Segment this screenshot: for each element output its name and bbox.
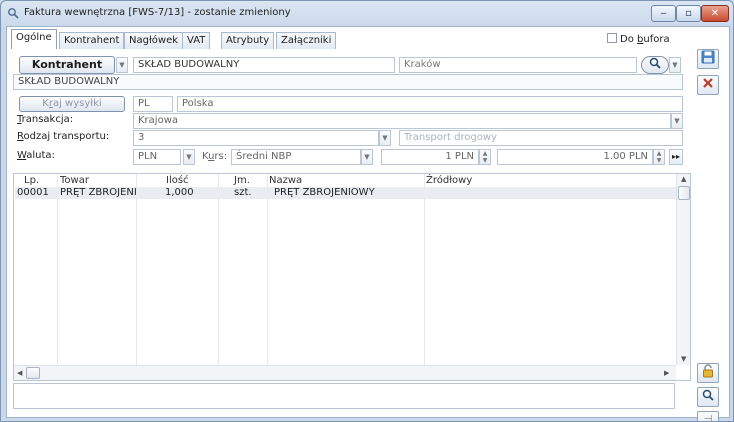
do-bufora-label-b: ufora <box>643 34 670 45</box>
application-window: Faktura wewnętrzna [FWS-7/13] - zostanie… <box>0 0 734 422</box>
save-icon <box>701 50 715 67</box>
col-header-ilosc[interactable]: Ilość <box>166 175 189 186</box>
checkbox-box[interactable] <box>607 33 617 43</box>
kontrahent-city-input[interactable]: Kraków <box>399 57 637 73</box>
kontrahent-name-field[interactable]: SKŁAD BUDOWALNY <box>13 74 683 90</box>
minimize-button[interactable]: ‒ <box>651 5 676 22</box>
do-bufora-checkbox[interactable]: Do bufora <box>607 33 670 45</box>
kontrahent-search-button[interactable] <box>641 56 669 74</box>
vertical-scroll-thumb[interactable] <box>678 186 690 200</box>
horizontal-scrollbar[interactable]: ◀ ▶ <box>14 365 676 380</box>
cell-jm: szt. <box>234 187 252 198</box>
window-title: Faktura wewnętrzna [FWS-7/13] - zostanie… <box>24 7 291 18</box>
lock-button[interactable] <box>697 363 719 383</box>
fast-forward-icon[interactable]: ▸▸ <box>669 149 683 165</box>
maximize-button[interactable]: ▫ <box>676 5 701 22</box>
waluta-label-u: W <box>17 150 27 161</box>
cell-towar: PRĘT ZBROJENIOWY <box>60 187 136 198</box>
transport-description-field: Transport drogowy <box>399 130 683 146</box>
rodzaj-transportu-select[interactable]: 3 <box>133 130 379 146</box>
col-header-towar[interactable]: Towar <box>60 175 89 186</box>
scroll-up-icon[interactable]: ▲ <box>681 175 686 183</box>
scroll-left-icon[interactable]: ◀ <box>17 369 22 377</box>
scroll-down-icon[interactable]: ▼ <box>681 355 686 363</box>
transport-label-rest: odzaj transportu: <box>23 131 110 142</box>
tab-zalaczniki[interactable]: Załączniki <box>276 32 337 49</box>
table-row[interactable]: 00001 PRĘT ZBROJENIOWY 1,000 szt. PRĘT Z… <box>15 187 679 199</box>
tab-ogolne[interactable]: Ogólne <box>11 29 57 49</box>
column-divider <box>57 174 58 366</box>
rate-left-input[interactable]: 1 PLN <box>381 149 479 165</box>
title-bar: Faktura wewnętrzna [FWS-7/13] - zostanie… <box>1 1 733 26</box>
waluta-label: Waluta: <box>17 149 55 163</box>
do-bufora-label-a: Do <box>620 34 637 45</box>
kurs-dropdown-button[interactable]: ▼ <box>361 149 373 165</box>
transakcja-select[interactable]: Krajowa <box>133 113 671 129</box>
search-icon <box>648 57 662 72</box>
col-header-nazwa[interactable]: Nazwa <box>269 175 302 186</box>
transakcja-dropdown-button[interactable]: ▼ <box>671 113 683 129</box>
cell-lp: 00001 <box>17 187 49 198</box>
scroll-right-icon[interactable]: ▶ <box>664 369 669 377</box>
minimize-icon: ‒ <box>660 8 667 19</box>
kurs-select[interactable]: Średni NBP <box>231 149 361 165</box>
close-button[interactable]: ✕ <box>701 5 729 22</box>
waluta-label-rest: aluta: <box>26 150 55 161</box>
maximize-icon: ▫ <box>685 8 692 19</box>
cell-nazwa: PRĘT ZBROJENIOWY <box>274 187 375 198</box>
search-options-dropdown[interactable]: ▼ <box>669 57 681 73</box>
col-header-jm[interactable]: Jm. <box>234 175 250 186</box>
kontrahent-dropdown-button[interactable]: ▼ <box>116 57 128 73</box>
kontrahent-button[interactable]: Kontrahent <box>19 56 115 74</box>
close-icon: ✕ <box>710 8 720 19</box>
tab-kontrahent[interactable]: Kontrahent <box>59 32 125 49</box>
column-divider <box>218 174 219 366</box>
status-field <box>13 383 675 409</box>
kraj-wysylki-button[interactable]: Kraj wysyłki <box>19 96 125 112</box>
delete-button[interactable] <box>697 75 719 95</box>
rate-right-input[interactable]: 1.00 PLN <box>497 149 653 165</box>
search-button[interactable] <box>697 387 719 407</box>
rate-left-spinner[interactable]: ▲ ▼ <box>479 149 491 165</box>
document-search-icon <box>7 7 19 19</box>
column-divider <box>136 174 137 366</box>
pin-button[interactable]: ⊣ <box>697 411 719 422</box>
transport-dropdown-button[interactable]: ▼ <box>379 130 391 146</box>
vertical-scrollbar[interactable]: ▲ ▼ <box>676 174 690 365</box>
kraj-name-input[interactable]: Polska <box>177 96 683 112</box>
pin-icon: ⊣ <box>703 414 713 422</box>
rodzaj-transportu-label: Rodzaj transportu: <box>17 130 109 144</box>
rate-right-spinner[interactable]: ▲ ▼ <box>653 149 665 165</box>
action-sidebar: ⊣ <box>695 47 729 421</box>
tab-atrybuty[interactable]: Atrybuty <box>221 32 275 49</box>
delete-icon <box>702 78 714 92</box>
kurs-label: Kurs: <box>202 150 227 164</box>
cell-ilosc: 1,000 <box>165 187 194 198</box>
kurs-label-b: rs: <box>214 151 228 162</box>
tab-naglowek[interactable]: Nagłówek <box>124 32 184 49</box>
column-divider <box>267 174 268 366</box>
kraj-label-b: aj wysyłki <box>52 98 102 109</box>
kraj-code-input[interactable]: PL <box>133 96 173 112</box>
form-client-area: Ogólne Kontrahent Nagłówek VAT Atrybuty … <box>6 26 730 421</box>
waluta-select[interactable]: PLN <box>133 149 181 165</box>
tab-vat[interactable]: VAT <box>182 32 211 49</box>
items-grid[interactable]: Lp. Towar Ilość Jm. Nazwa Źródłowy 00001… <box>13 173 691 381</box>
transakcja-label-rest: ransakcja: <box>21 114 74 125</box>
col-header-lp[interactable]: Lp. <box>24 175 39 186</box>
col-header-zrodlowy[interactable]: Źródłowy <box>426 175 472 186</box>
lock-icon <box>701 364 715 381</box>
column-divider <box>424 174 425 366</box>
transakcja-label: Transakcja: <box>17 113 73 127</box>
search-icon <box>701 389 715 404</box>
waluta-dropdown-button[interactable]: ▼ <box>183 149 195 165</box>
horizontal-scroll-thumb[interactable] <box>26 367 40 379</box>
kontrahent-code-input[interactable]: SKŁAD BUDOWALNY <box>133 57 395 73</box>
save-button[interactable] <box>697 49 719 69</box>
